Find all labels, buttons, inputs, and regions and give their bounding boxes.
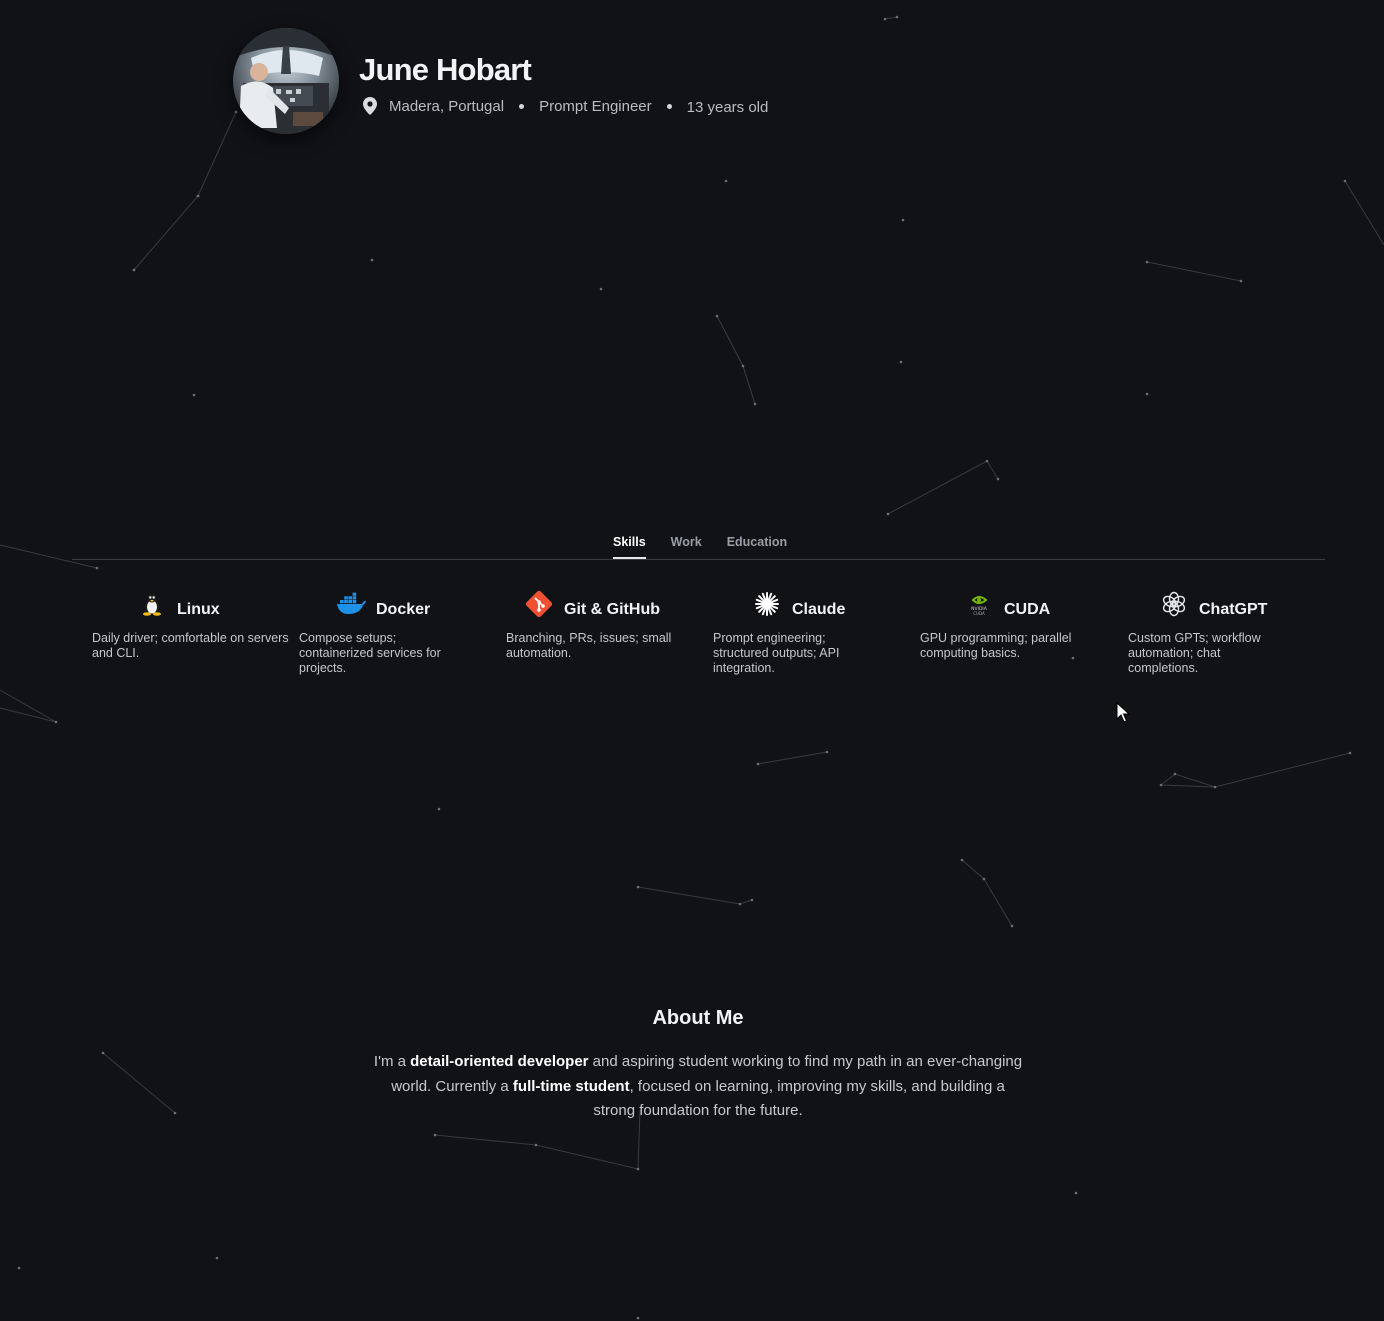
profile-header: June Hobart Madera, Portugal Prompt Engi… — [233, 28, 768, 134]
profile-location: Madera, Portugal — [389, 97, 505, 115]
skill-title: Linux — [177, 601, 220, 618]
tab-education[interactable]: Education — [727, 535, 787, 558]
identity-block: June Hobart Madera, Portugal Prompt Engi… — [359, 52, 768, 116]
claude-asterisk-icon — [752, 589, 782, 619]
skill-title: CUDA — [1004, 601, 1051, 618]
tab-list: Skills Work Education — [613, 535, 812, 559]
skill-card-claude: Claude Prompt engineering; structured ou… — [713, 588, 927, 676]
avatar — [233, 28, 339, 134]
skill-description: Custom GPTs; workflow automation; chat c… — [1128, 631, 1261, 675]
skill-description: GPU programming; parallel computing basi… — [920, 631, 1072, 660]
profile-role: Prompt Engineer — [539, 97, 652, 115]
openai-logo-icon — [1159, 589, 1189, 619]
skill-card-linux: Linux Daily driver; comfortable on serve… — [92, 588, 312, 661]
tab-skills[interactable]: Skills — [613, 535, 646, 559]
skill-description: Prompt engineering; structured outputs; … — [713, 631, 840, 675]
separator-dot — [519, 103, 525, 109]
profile-name: June Hobart — [359, 52, 532, 87]
cockpit-photo — [233, 28, 339, 134]
docker-whale-icon — [336, 589, 366, 619]
profile-meta: Madera, Portugal Prompt Engineer 13 year… — [359, 96, 768, 116]
separator-dot — [666, 103, 672, 109]
skill-card-git: Git & GitHub Branching, PRs, issues; sma… — [506, 588, 699, 661]
skill-description: Compose setups; containerized services f… — [299, 631, 441, 675]
about-highlight: detail-oriented developer — [410, 1053, 589, 1070]
portfolio-page: June Hobart Madera, Portugal Prompt Engi… — [0, 0, 1384, 1321]
about-text-part: , focused on learning, improving my skil… — [593, 1077, 1005, 1120]
about-title: About Me — [652, 1007, 744, 1029]
about-text-part: I'm a — [373, 1053, 411, 1070]
skill-description: Branching, PRs, issues; small automation… — [506, 631, 672, 660]
location-pin-icon — [363, 97, 377, 115]
mouse-cursor-icon — [1116, 702, 1130, 723]
tab-work[interactable]: Work — [671, 535, 702, 558]
skill-title: ChatGPT — [1199, 601, 1268, 618]
skill-description: Daily driver; comfortable on servers and… — [92, 631, 289, 660]
skill-title: Claude — [792, 601, 846, 618]
about-paragraph: I'm a detail-oriented developer and aspi… — [372, 1050, 1024, 1124]
about-section: About Me I'm a detail-oriented developer… — [372, 1007, 1024, 1139]
svg-text:CUDA: CUDA — [973, 611, 985, 616]
profile-age: 13 years old — [686, 99, 769, 116]
skill-card-chatgpt: ChatGPT Custom GPTs; workflow automation… — [1128, 588, 1334, 676]
skill-title: Git & GitHub — [564, 601, 660, 618]
linux-tux-icon — [137, 589, 167, 619]
about-highlight: full-time student — [512, 1077, 630, 1095]
skill-card-docker: Docker Compose setups; containerized ser… — [299, 588, 511, 676]
nvidia-cuda-icon: NVIDIA CUDA — [964, 589, 994, 619]
skill-title: Docker — [376, 601, 431, 618]
section-tabs: Skills Work Education — [72, 530, 1325, 560]
git-logo-icon — [524, 589, 554, 619]
skill-card-cuda: NVIDIA CUDA CUDA GPU programming; parall… — [920, 588, 1139, 661]
